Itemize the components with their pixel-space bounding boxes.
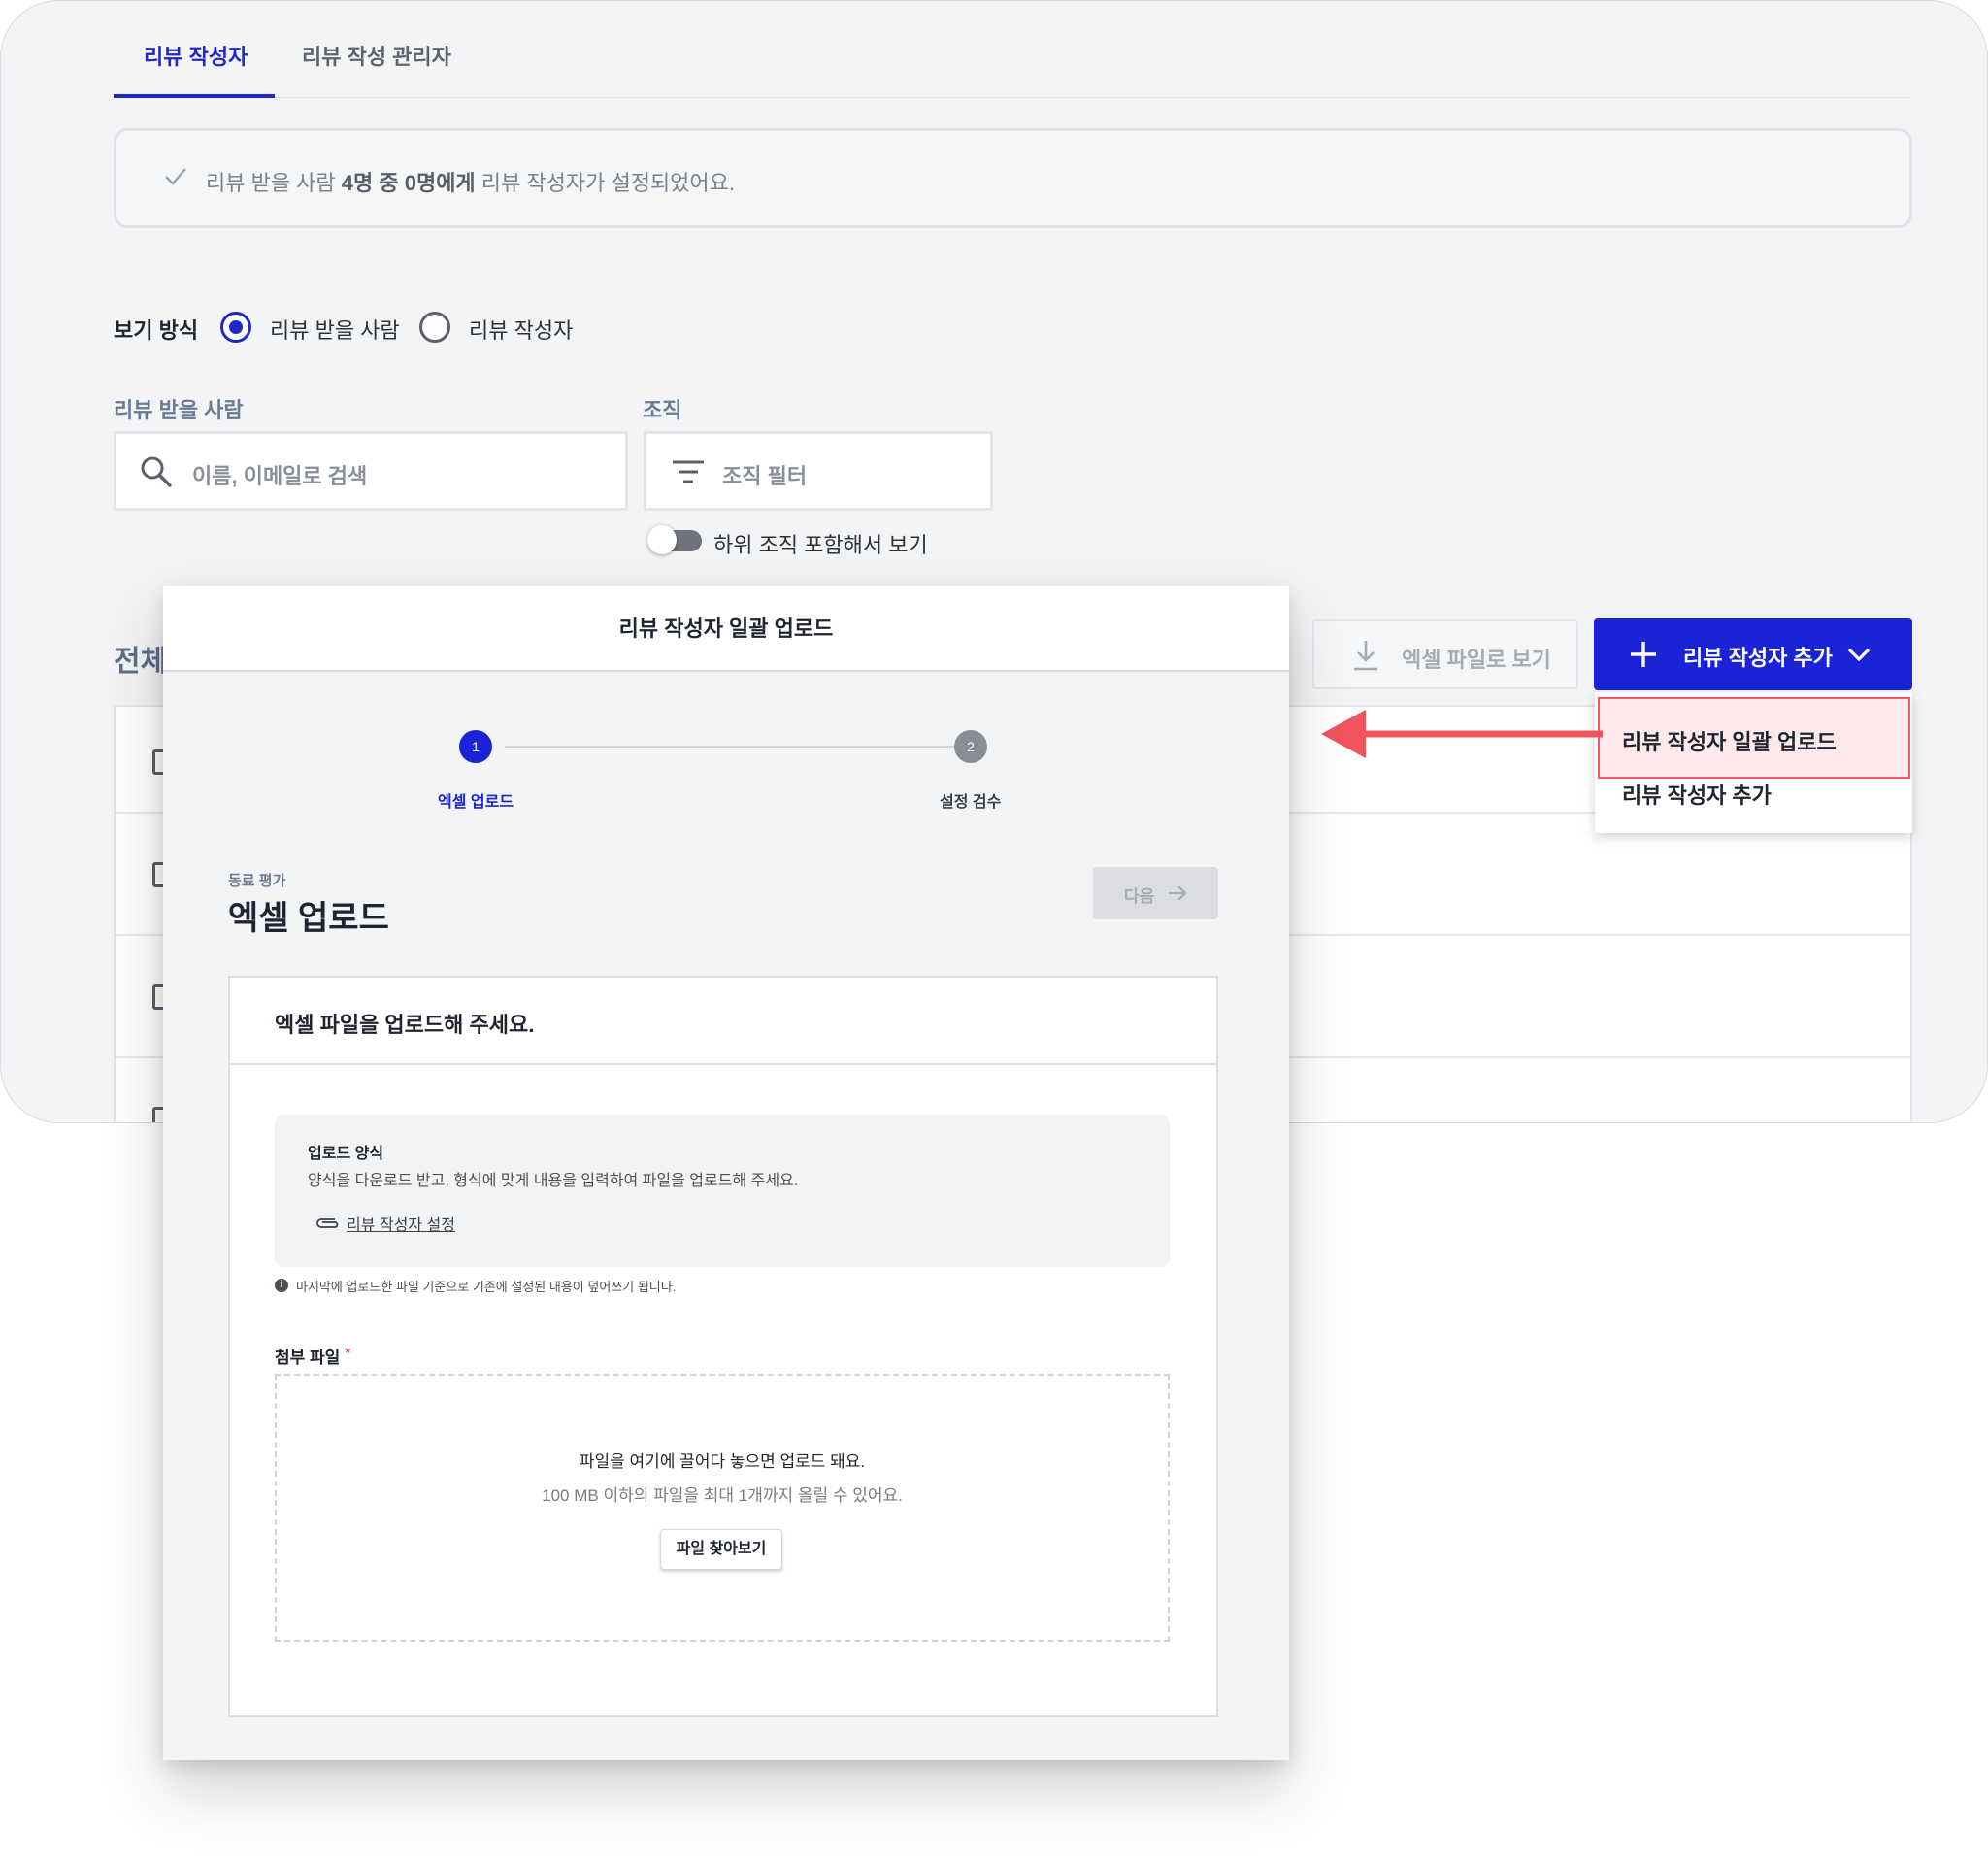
format-description: 양식을 다운로드 받고, 형식에 맞게 내용을 입력하여 파일을 업로드해 주세… xyxy=(308,1173,799,1189)
tab-review-managers[interactable]: 리뷰 작성 관리자 xyxy=(302,40,451,71)
step-1-indicator: 1 xyxy=(459,730,492,763)
excel-view-button[interactable]: 엑셀 파일로 보기 xyxy=(1312,619,1578,689)
upload-panel: 엑셀 파일을 업로드해 주세요. 업로드 양식 양식을 다운로드 받고, 형식에… xyxy=(228,976,1218,1717)
menu-item-bulk-upload[interactable]: 리뷰 작성자 일괄 업로드 xyxy=(1622,725,1837,756)
include-sub-orgs-toggle[interactable] xyxy=(647,525,702,554)
excel-view-label: 엑셀 파일로 보기 xyxy=(1402,648,1551,672)
step-1-label: 엑셀 업로드 xyxy=(438,794,514,811)
modal-sub-label: 동료 평가 xyxy=(228,873,286,889)
search-icon xyxy=(141,456,172,487)
upload-panel-title: 엑셀 파일을 업로드해 주세요. xyxy=(275,1013,535,1037)
plus-icon xyxy=(1631,642,1656,667)
view-mode-label: 보기 방식 xyxy=(114,318,199,343)
next-button[interactable]: 다음 xyxy=(1093,867,1218,919)
check-icon xyxy=(165,168,186,185)
add-reviewer-label: 리뷰 작성자 추가 xyxy=(1683,646,1833,670)
total-count-label: 전체 xyxy=(114,646,168,678)
modal-page-title: 엑셀 업로드 xyxy=(228,900,389,937)
download-icon xyxy=(1354,641,1377,671)
add-reviewer-menu: 리뷰 작성자 일괄 업로드 리뷰 작성자 추가 xyxy=(1595,692,1912,833)
radio-reviewer[interactable] xyxy=(419,312,450,343)
dropzone-limit-text: 100 MB 이하의 파일을 최대 1개까지 올릴 수 있어요. xyxy=(542,1486,903,1505)
step-2-label: 설정 검수 xyxy=(940,794,1002,811)
file-dropzone[interactable]: 파일을 여기에 끌어다 놓으면 업로드 돼요. 100 MB 이하의 파일을 최… xyxy=(275,1374,1170,1642)
radio-reviewee-label[interactable]: 리뷰 받을 사람 xyxy=(270,314,400,345)
org-filter-placeholder: 조직 필터 xyxy=(722,464,808,488)
info-icon: i xyxy=(275,1279,288,1292)
modal-title: 리뷰 작성자 일괄 업로드 xyxy=(618,616,834,641)
tab-reviewers[interactable]: 리뷰 작성자 xyxy=(144,40,248,71)
add-reviewer-button[interactable]: 리뷰 작성자 추가 xyxy=(1594,618,1912,690)
active-tab-indicator xyxy=(114,94,275,98)
paperclip-icon xyxy=(316,1218,339,1228)
bulk-upload-modal: 리뷰 작성자 일괄 업로드 1 2 엑셀 업로드 설정 검수 동료 평가 엑셀 … xyxy=(163,586,1289,1760)
status-notice: 리뷰 받을 사람 4명 중 0명에게 리뷰 작성자가 설정되었어요. xyxy=(114,128,1912,228)
stepper-line xyxy=(505,746,955,748)
upload-format-box: 업로드 양식 양식을 다운로드 받고, 형식에 맞게 내용을 입력하여 파일을 … xyxy=(275,1115,1170,1267)
format-title: 업로드 양식 xyxy=(308,1146,384,1162)
overwrite-note: 마지막에 업로드한 파일 기준으로 기존에 설정된 내용이 덮어쓰기 됩니다. xyxy=(296,1280,677,1294)
tab-bar: 리뷰 작성자 리뷰 작성 관리자 xyxy=(114,1,1912,98)
arrow-right-icon xyxy=(1169,885,1187,901)
toggle-knob xyxy=(647,525,677,554)
search-placeholder: 이름, 이메일로 검색 xyxy=(192,464,368,488)
reviewee-field-label: 리뷰 받을 사람 xyxy=(114,398,244,422)
dropzone-instruction: 파일을 여기에 끌어다 놓으면 업로드 돼요. xyxy=(579,1452,866,1471)
org-filter-input[interactable]: 조직 필터 xyxy=(644,431,993,511)
radio-reviewee[interactable] xyxy=(220,312,251,343)
filter-icon xyxy=(673,460,704,483)
browse-file-button[interactable]: 파일 찾아보기 xyxy=(660,1529,782,1570)
modal-header: 리뷰 작성자 일괄 업로드 xyxy=(163,586,1289,672)
chevron-down-icon xyxy=(1847,648,1871,662)
include-sub-orgs-label: 하위 조직 포함해서 보기 xyxy=(713,533,928,557)
next-button-label: 다음 xyxy=(1124,887,1155,906)
notice-text: 리뷰 받을 사람 4명 중 0명에게 리뷰 작성자가 설정되었어요. xyxy=(206,171,736,195)
radio-reviewer-label[interactable]: 리뷰 작성자 xyxy=(469,314,573,345)
annotation-arrow xyxy=(1321,710,1603,758)
required-marker: * xyxy=(345,1344,351,1362)
menu-item-add-reviewer[interactable]: 리뷰 작성자 추가 xyxy=(1622,779,1772,810)
search-input[interactable]: 이름, 이메일로 검색 xyxy=(114,431,628,511)
org-field-label: 조직 xyxy=(643,398,682,422)
step-2-indicator: 2 xyxy=(954,730,987,763)
upload-panel-header: 엑셀 파일을 업로드해 주세요. xyxy=(230,978,1216,1065)
template-download-link[interactable]: 리뷰 작성자 설정 xyxy=(347,1212,455,1235)
attachment-label: 첨부 파일 xyxy=(275,1349,341,1367)
